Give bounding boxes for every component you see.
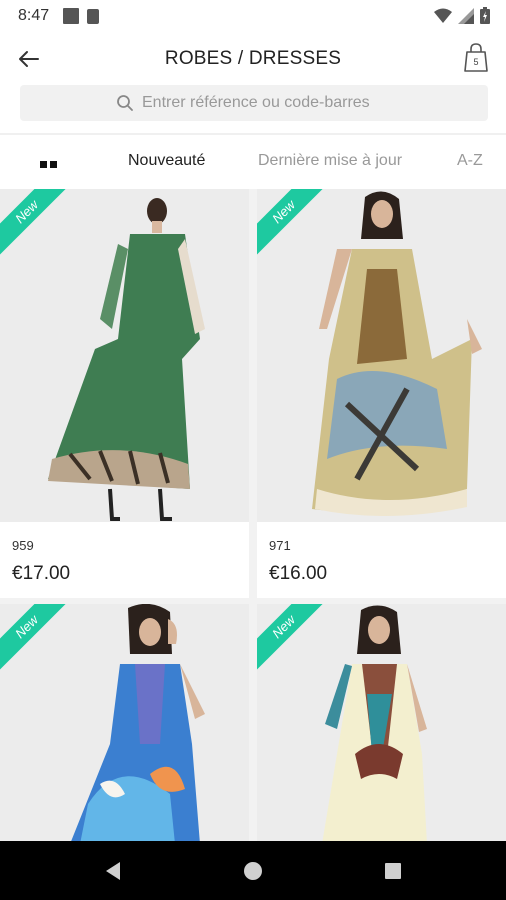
nav-recents-button[interactable]: [381, 859, 405, 883]
tab-a-z[interactable]: A-Z: [457, 152, 483, 170]
signal-icon: [458, 7, 474, 24]
cart-count-badge: 5: [473, 57, 479, 67]
product-image: New: [257, 189, 506, 522]
tab-derniere-mise-a-jour[interactable]: Dernière mise à jour: [258, 152, 402, 170]
product-card[interactable]: New 959 €17.00: [0, 189, 249, 598]
status-time: 8:47: [18, 7, 50, 24]
product-image: New: [0, 604, 249, 844]
notification-square-icon: [63, 8, 80, 24]
product-price: €16.00: [269, 563, 328, 584]
app-bar: ROBES / DRESSES 5: [0, 32, 506, 84]
wifi-icon: [434, 8, 452, 23]
grid-view-icon[interactable]: [40, 155, 60, 168]
page-title: ROBES / DRESSES: [164, 48, 342, 69]
status-bar: 8:47: [0, 0, 506, 32]
sort-bar: Nouveauté Dernière mise à jour A-Z: [0, 135, 506, 189]
sim-card-icon: [87, 8, 100, 24]
back-triangle-icon: [106, 862, 120, 880]
product-image: New: [0, 189, 249, 522]
product-grid: New 959 €17.00 New 971 €16.00 New New: [0, 189, 506, 844]
cart-button[interactable]: 5: [462, 42, 490, 74]
product-image: New: [257, 604, 506, 844]
product-card[interactable]: New 971 €16.00: [257, 189, 506, 598]
search-bar[interactable]: [20, 85, 488, 121]
product-reference: 959: [12, 538, 34, 553]
tab-nouveaute[interactable]: Nouveauté: [128, 152, 205, 170]
nav-back-button[interactable]: [101, 859, 125, 883]
product-card[interactable]: New: [0, 604, 249, 844]
product-price: €17.00: [12, 563, 71, 584]
battery-icon: [480, 7, 490, 24]
home-circle-icon: [244, 862, 262, 880]
recents-square-icon: [385, 863, 401, 879]
system-nav-bar: [0, 841, 506, 900]
search-icon: [117, 95, 133, 111]
product-reference: 971: [269, 538, 291, 553]
nav-home-button[interactable]: [241, 859, 265, 883]
product-card[interactable]: New: [257, 604, 506, 844]
search-input[interactable]: [142, 94, 392, 112]
